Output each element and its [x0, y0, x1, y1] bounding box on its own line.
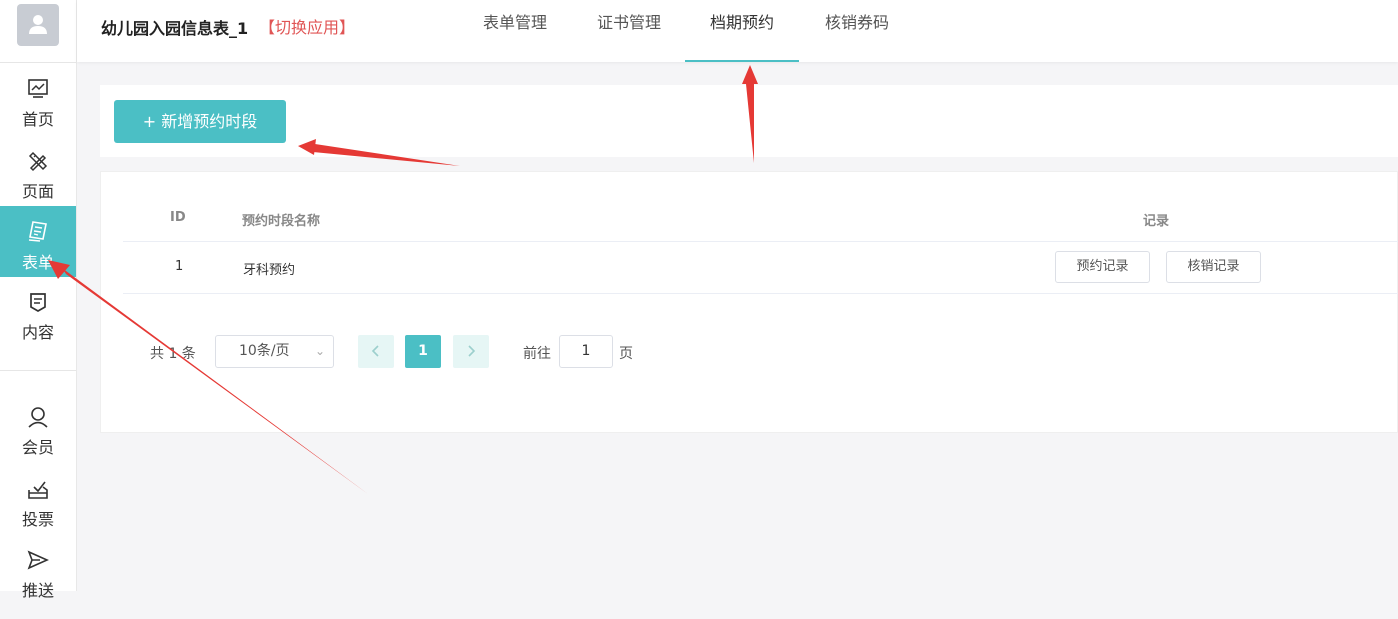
add-time-slot-button[interactable]: + 新增预约时段: [114, 100, 286, 143]
tab-redeem-code[interactable]: 核销券码: [815, 0, 899, 62]
sidebar-item-form[interactable]: 表单: [0, 206, 76, 277]
design-icon: [28, 151, 48, 172]
next-page-button[interactable]: [453, 335, 489, 368]
table-divider: [123, 241, 1398, 242]
user-avatar-icon: [29, 15, 47, 34]
switch-app-link[interactable]: 【切换应用】: [259, 14, 355, 38]
user-icon: [28, 407, 48, 428]
sidebar-item-push[interactable]: 推送: [0, 549, 76, 619]
sidebar-item-label: 首页: [21, 110, 54, 129]
page-unit-label: 页: [619, 346, 633, 362]
sidebar-item-label: 投票: [21, 510, 54, 529]
total-count: 共 1 条: [150, 346, 196, 362]
tab-certificate-management[interactable]: 证书管理: [587, 0, 671, 62]
tab-schedule-booking[interactable]: 档期预约: [685, 0, 799, 62]
redeem-records-button[interactable]: 核销记录: [1166, 251, 1261, 283]
prev-page-button[interactable]: [358, 335, 394, 368]
send-icon: [27, 550, 49, 570]
row-name: 牙科预约: [243, 263, 296, 278]
content-icon: [30, 293, 46, 312]
sidebar-item-member[interactable]: 会员: [0, 406, 76, 476]
column-header-name: 预约时段名称: [242, 214, 321, 229]
goto-label: 前往: [523, 346, 551, 362]
app-title: 幼儿园入园信息表_1: [101, 19, 249, 38]
vote-icon: [28, 481, 48, 499]
sidebar-divider: [0, 370, 76, 371]
form-icon: [28, 221, 47, 242]
page-size-select[interactable]: 10条/页 ⌄: [215, 335, 334, 368]
sidebar: 首页 页面 表单 内容 会员 投票 推送: [0, 0, 77, 600]
sidebar-item-label: 会员: [21, 438, 54, 457]
table-divider: [123, 293, 1398, 294]
row-id: 1: [175, 259, 184, 274]
sidebar-item-label: 内容: [21, 323, 54, 342]
page-size-value: 10条/页: [239, 343, 290, 359]
chevron-left-icon: [371, 345, 379, 357]
column-header-id: ID: [170, 210, 186, 225]
sidebar-item-label: 推送: [21, 581, 54, 600]
sidebar-divider: [0, 62, 76, 63]
toolbar-card: + 新增预约时段: [100, 85, 1398, 157]
sidebar-item-label: 表单: [21, 253, 54, 272]
sidebar-item-content[interactable]: 内容: [0, 291, 76, 361]
avatar[interactable]: [17, 4, 59, 46]
top-header: 幼儿园入园信息表_1 【切换应用】 表单管理 证书管理 档期预约 核销券码: [77, 0, 1398, 62]
booking-records-button[interactable]: 预约记录: [1055, 251, 1150, 283]
goto-page-input[interactable]: 1: [559, 335, 613, 368]
table-card: ID 预约时段名称 记录 1 牙科预约 预约记录 核销记录 共 1 条 10条/…: [100, 171, 1398, 433]
sidebar-item-home[interactable]: 首页: [0, 78, 76, 148]
chevron-down-icon: ⌄: [314, 344, 325, 358]
column-header-records: 记录: [1143, 214, 1170, 229]
page-number-current[interactable]: 1: [405, 335, 441, 368]
chart-icon: [28, 79, 48, 98]
sidebar-item-vote[interactable]: 投票: [0, 478, 76, 548]
chevron-right-icon: [468, 345, 476, 357]
tab-form-management[interactable]: 表单管理: [473, 0, 557, 62]
sidebar-item-label: 页面: [21, 182, 54, 201]
